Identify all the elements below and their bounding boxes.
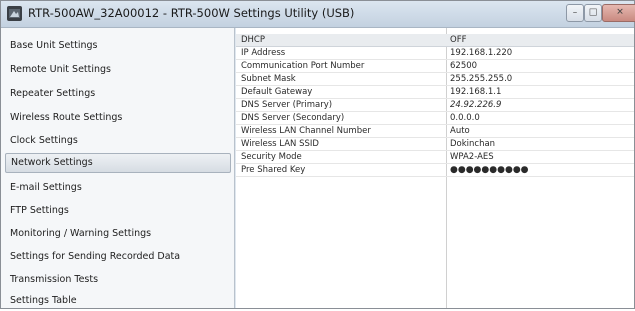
row-label: DHCP: [241, 35, 265, 45]
table-row-communication-port[interactable]: Communication Port Number 62500: [236, 60, 634, 73]
sidebar-item-clock-settings[interactable]: Clock Settings: [5, 131, 231, 151]
row-label: Pre Shared Key: [241, 165, 306, 175]
row-label: Security Mode: [241, 152, 302, 162]
sidebar-item-sending-recorded-data[interactable]: Settings for Sending Recorded Data: [5, 247, 231, 267]
table-row-dns-primary[interactable]: DNS Server (Primary) 24.92.226.9: [236, 99, 634, 112]
table-row-dhcp[interactable]: DHCP OFF: [236, 34, 634, 47]
row-label: Wireless LAN SSID: [241, 139, 319, 149]
minimize-icon: –: [572, 7, 578, 18]
sidebar-item-settings-table[interactable]: Settings Table: [5, 291, 231, 311]
row-value: Dokinchan: [450, 139, 496, 149]
settings-sidebar: Base Unit Settings Remote Unit Settings …: [1, 28, 235, 308]
sidebar-item-transmission-tests[interactable]: Transmission Tests: [5, 270, 231, 290]
sidebar-item-wireless-route-settings[interactable]: Wireless Route Settings: [5, 108, 231, 128]
maximize-button[interactable]: □: [584, 4, 602, 22]
table-row-pre-shared-key[interactable]: Pre Shared Key ●●●●●●●●●●: [236, 164, 634, 177]
row-label: IP Address: [241, 48, 286, 58]
maximize-icon: □: [588, 7, 598, 18]
settings-utility-window: RTR-500AW_32A00012 - RTR-500W Settings U…: [0, 0, 635, 309]
row-value: 192.168.1.220: [450, 48, 513, 58]
sidebar-item-monitoring-warning-settings[interactable]: Monitoring / Warning Settings: [5, 224, 231, 244]
table-row-ip-address[interactable]: IP Address 192.168.1.220: [236, 47, 634, 60]
row-value: Auto: [450, 126, 470, 136]
close-icon: ✕: [616, 7, 624, 18]
table-row-wlan-ssid[interactable]: Wireless LAN SSID Dokinchan: [236, 138, 634, 151]
minimize-button[interactable]: –: [566, 4, 584, 22]
table-row-wlan-channel[interactable]: Wireless LAN Channel Number Auto: [236, 125, 634, 138]
title-bar[interactable]: RTR-500AW_32A00012 - RTR-500W Settings U…: [1, 1, 635, 28]
row-value: 255.255.255.0: [450, 74, 513, 84]
network-settings-table: DHCP OFF IP Address 192.168.1.220 Commun…: [236, 28, 634, 308]
row-value: 24.92.226.9: [450, 100, 502, 110]
sidebar-item-ftp-settings[interactable]: FTP Settings: [5, 201, 231, 221]
app-icon: [7, 6, 22, 21]
sidebar-item-base-unit-settings[interactable]: Base Unit Settings: [5, 36, 231, 56]
row-label: Default Gateway: [241, 87, 313, 97]
row-label: DNS Server (Primary): [241, 100, 333, 110]
row-label: Subnet Mask: [241, 74, 296, 84]
table-row-default-gateway[interactable]: Default Gateway 192.168.1.1: [236, 86, 634, 99]
window-title: RTR-500AW_32A00012 - RTR-500W Settings U…: [28, 6, 355, 20]
row-value: ●●●●●●●●●●: [450, 165, 529, 175]
sidebar-item-remote-unit-settings[interactable]: Remote Unit Settings: [5, 60, 231, 80]
row-value: 192.168.1.1: [450, 87, 502, 97]
table-row-security-mode[interactable]: Security Mode WPA2-AES: [236, 151, 634, 164]
table-row-dns-secondary[interactable]: DNS Server (Secondary) 0.0.0.0: [236, 112, 634, 125]
row-value: 62500: [450, 61, 478, 71]
row-value: 0.0.0.0: [450, 113, 480, 123]
row-label: Wireless LAN Channel Number: [241, 126, 371, 136]
sidebar-item-network-settings[interactable]: Network Settings: [5, 153, 231, 173]
sidebar-item-repeater-settings[interactable]: Repeater Settings: [5, 84, 231, 104]
close-button[interactable]: ✕: [602, 4, 635, 22]
row-label: Communication Port Number: [241, 61, 365, 71]
row-label: DNS Server (Secondary): [241, 113, 345, 123]
table-row-subnet-mask[interactable]: Subnet Mask 255.255.255.0: [236, 73, 634, 86]
row-value: OFF: [450, 35, 467, 45]
row-value: WPA2-AES: [450, 152, 494, 162]
sidebar-item-email-settings[interactable]: E-mail Settings: [5, 178, 231, 198]
